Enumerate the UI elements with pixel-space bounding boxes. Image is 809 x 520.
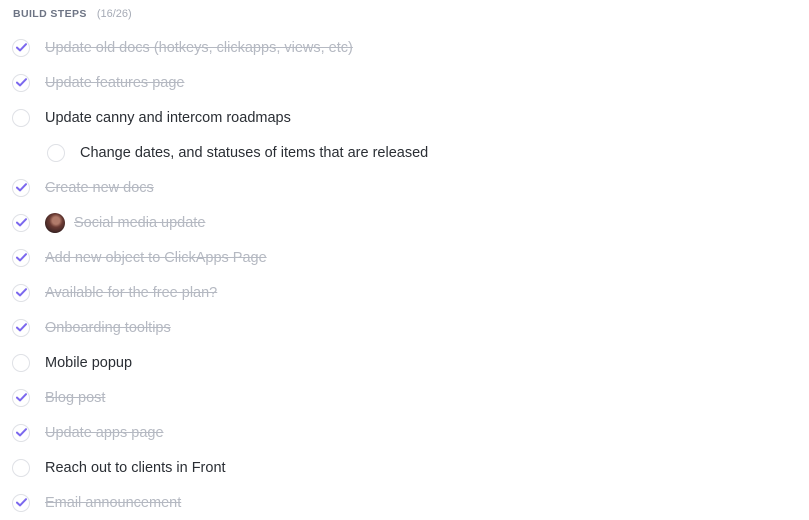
checklist-item-label[interactable]: Update features page xyxy=(45,75,184,91)
checklist-subitem[interactable]: Change dates, and statuses of items that… xyxy=(0,135,809,170)
empty-circle-icon[interactable] xyxy=(47,143,65,162)
checkmark-icon[interactable] xyxy=(12,388,30,407)
checklist-item[interactable]: Create new docs xyxy=(0,170,809,205)
checklist-item-label[interactable]: Social media update xyxy=(74,215,205,231)
checklist-item[interactable]: Available for the free plan? xyxy=(0,275,809,310)
empty-circle-icon[interactable] xyxy=(12,353,30,372)
checkmark-icon[interactable] xyxy=(12,493,30,512)
checklist-item[interactable]: Mobile popup xyxy=(0,345,809,380)
checklist-item-label[interactable]: Email announcement xyxy=(45,495,181,511)
checklist-item-label[interactable]: Available for the free plan? xyxy=(45,285,217,301)
checklist-item-label[interactable]: Update canny and intercom roadmaps xyxy=(45,110,291,126)
checklist-item-label[interactable]: Mobile popup xyxy=(45,355,132,371)
checklist-header: BUILD STEPS (16/26) xyxy=(13,7,132,21)
checklist-title: BUILD STEPS xyxy=(13,8,87,20)
avatar[interactable] xyxy=(45,212,65,233)
checklist-item[interactable]: Email announcement xyxy=(0,485,809,520)
checklist-item-label[interactable]: Change dates, and statuses of items that… xyxy=(80,145,428,161)
empty-circle-icon[interactable] xyxy=(12,458,30,477)
checkmark-icon[interactable] xyxy=(12,73,30,92)
checkmark-icon[interactable] xyxy=(12,213,30,232)
checklist: Update old docs (hotkeys, clickapps, vie… xyxy=(0,30,809,520)
checklist-item-label[interactable]: Blog post xyxy=(45,390,105,406)
checklist-item-label[interactable]: Update apps page xyxy=(45,425,164,441)
checklist-item[interactable]: Social media update xyxy=(0,205,809,240)
empty-circle-icon[interactable] xyxy=(12,108,30,127)
checkmark-icon[interactable] xyxy=(12,248,30,267)
checkmark-icon[interactable] xyxy=(12,318,30,337)
checklist-progress-count: (16/26) xyxy=(96,8,132,20)
checklist-item[interactable]: Onboarding tooltips xyxy=(0,310,809,345)
checklist-item[interactable]: Update features page xyxy=(0,65,809,100)
checklist-item-label[interactable]: Update old docs (hotkeys, clickapps, vie… xyxy=(45,40,353,56)
checkmark-icon[interactable] xyxy=(12,178,30,197)
checkmark-icon[interactable] xyxy=(12,283,30,302)
checklist-item-label[interactable]: Onboarding tooltips xyxy=(45,320,171,336)
checklist-item-label[interactable]: Add new object to ClickApps Page xyxy=(45,250,267,266)
checklist-item-label[interactable]: Reach out to clients in Front xyxy=(45,460,226,476)
checkmark-icon[interactable] xyxy=(12,38,30,57)
checklist-item[interactable]: Update old docs (hotkeys, clickapps, vie… xyxy=(0,30,809,65)
checklist-item[interactable]: Reach out to clients in Front xyxy=(0,450,809,485)
checkmark-icon[interactable] xyxy=(12,423,30,442)
checklist-item[interactable]: Update canny and intercom roadmaps xyxy=(0,100,809,135)
checklist-item[interactable]: Update apps page xyxy=(0,415,809,450)
checklist-item-label[interactable]: Create new docs xyxy=(45,180,154,196)
checklist-item[interactable]: Add new object to ClickApps Page xyxy=(0,240,809,275)
checklist-item[interactable]: Blog post xyxy=(0,380,809,415)
